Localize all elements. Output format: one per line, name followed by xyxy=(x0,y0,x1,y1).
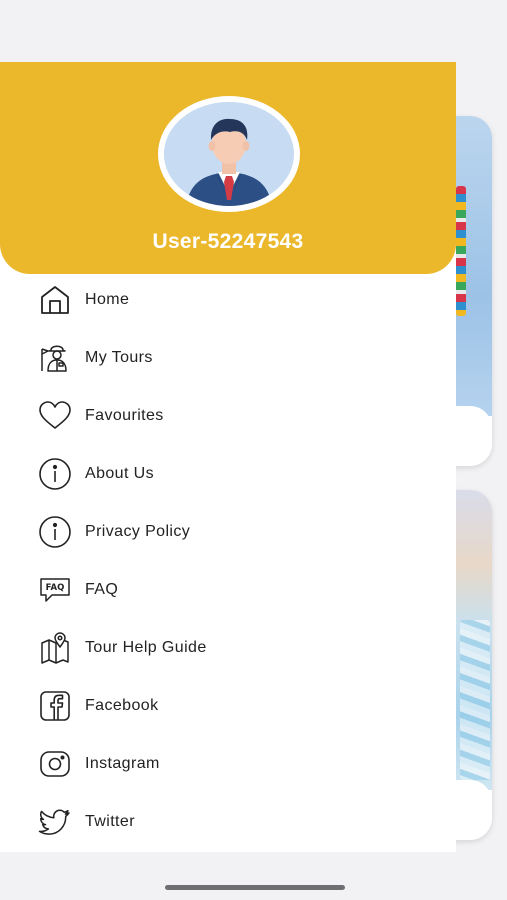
menu-item-my-tours[interactable]: My Tours xyxy=(36,336,416,380)
menu-item-label: FAQ xyxy=(85,581,119,598)
navigation-drawer: User-52247543 Home My Tours Favourites A… xyxy=(0,62,456,852)
menu-item-instagram[interactable]: Instagram xyxy=(36,742,416,786)
menu-item-label: Facebook xyxy=(85,697,159,714)
menu-item-label: About Us xyxy=(85,465,155,482)
menu-item-favourites[interactable]: Favourites xyxy=(36,394,416,438)
home-indicator[interactable] xyxy=(165,885,345,890)
menu-item-facebook[interactable]: Facebook xyxy=(36,684,416,728)
info-icon xyxy=(36,455,74,493)
drawer-header: User-52247543 xyxy=(0,62,456,274)
faq-icon: FAQ xyxy=(36,571,74,609)
info-icon xyxy=(36,513,74,551)
twitter-icon xyxy=(36,803,74,841)
home-icon xyxy=(36,281,74,319)
avatar[interactable] xyxy=(158,96,300,212)
menu-item-privacy-policy[interactable]: Privacy Policy xyxy=(36,510,416,554)
menu-item-faq[interactable]: FAQ FAQ xyxy=(36,568,416,612)
user-avatar-icon xyxy=(164,102,294,206)
menu-item-twitter[interactable]: Twitter xyxy=(36,800,416,844)
menu-item-label: My Tours xyxy=(85,349,153,366)
menu-item-tour-help-guide[interactable]: Tour Help Guide xyxy=(36,626,416,670)
tour-card-image-detail xyxy=(456,186,466,316)
menu-item-about-us[interactable]: About Us xyxy=(36,452,416,496)
menu-item-label: Twitter xyxy=(85,813,135,830)
tour-guide-icon xyxy=(36,339,74,377)
menu-item-label: Favourites xyxy=(85,407,164,424)
menu-item-home[interactable]: Home xyxy=(36,278,416,322)
map-pin-icon xyxy=(36,629,74,667)
menu-item-label: Privacy Policy xyxy=(85,523,191,540)
instagram-icon xyxy=(36,745,74,783)
tour-card-image-detail xyxy=(460,620,490,780)
menu-item-label: Home xyxy=(85,291,130,308)
menu-item-label: Tour Help Guide xyxy=(85,639,207,656)
menu-item-label: Instagram xyxy=(85,755,160,772)
heart-icon xyxy=(36,397,74,435)
username: User-52247543 xyxy=(152,230,304,253)
svg-text:FAQ: FAQ xyxy=(46,583,65,593)
facebook-icon xyxy=(36,687,74,725)
